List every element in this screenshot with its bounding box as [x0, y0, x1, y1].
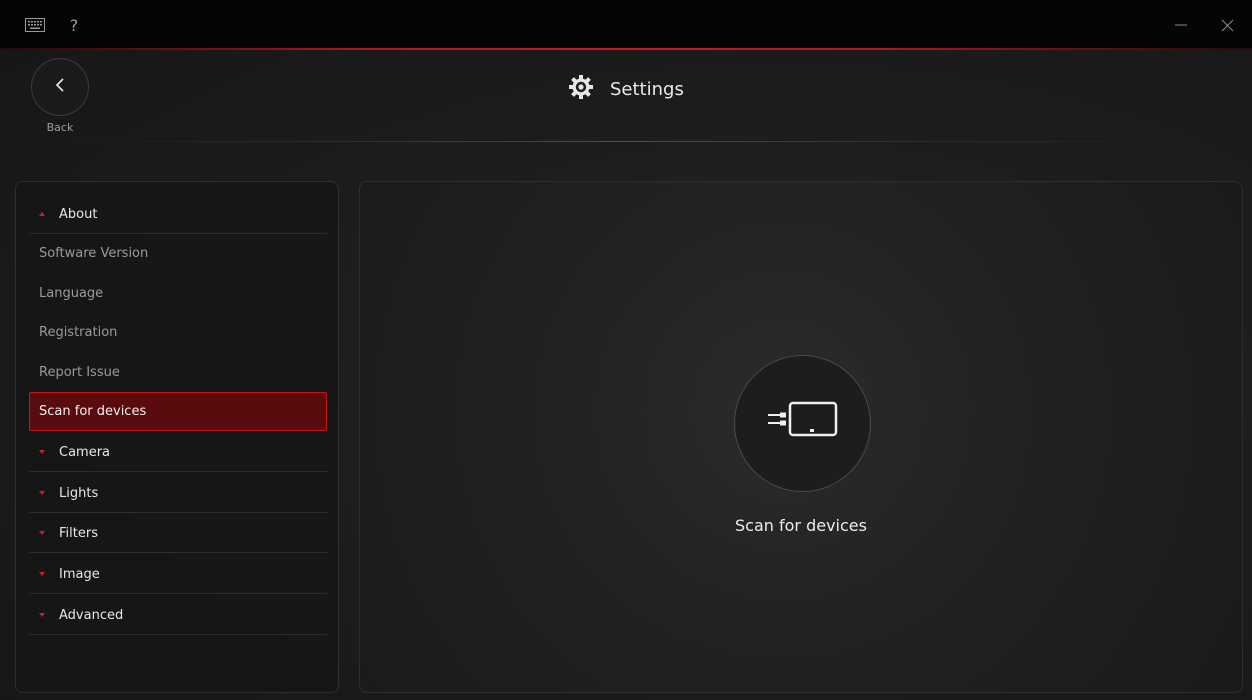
sidebar-item-report-issue[interactable]: Report Issue — [29, 353, 327, 392]
back-button[interactable] — [31, 58, 89, 116]
minimize-icon[interactable] — [1172, 14, 1190, 36]
scan-devices-button[interactable] — [734, 355, 871, 492]
gear-icon — [568, 74, 594, 104]
sidebar-item-label: Filters — [59, 525, 98, 541]
sidebar-item-software-version[interactable]: Software Version — [29, 234, 327, 273]
page-title: Settings — [610, 78, 684, 100]
page-header: Settings — [568, 74, 684, 104]
sidebar-item-image[interactable]: Image — [29, 555, 327, 594]
caret-down-icon — [37, 447, 47, 457]
device-scan-icon — [764, 400, 842, 448]
sidebar-item-filters[interactable]: Filters — [29, 514, 327, 553]
sidebar-item-label: Software Version — [39, 246, 149, 261]
sidebar-item-label: Camera — [59, 444, 111, 460]
scan-for-devices-label: Scan for devices — [735, 516, 867, 535]
caret-down-icon — [37, 488, 47, 498]
help-icon[interactable]: ? — [66, 14, 82, 36]
caret-down-icon — [37, 569, 47, 579]
sidebar-item-registration[interactable]: Registration — [29, 313, 327, 352]
settings-sidebar: About Software Version Language Registra… — [15, 181, 339, 693]
sidebar-item-label: Registration — [39, 325, 118, 340]
keyboard-icon[interactable] — [24, 14, 46, 36]
sidebar-item-about[interactable]: About — [29, 195, 327, 234]
main-panel: Scan for devices — [359, 181, 1243, 693]
caret-up-icon — [37, 209, 47, 219]
sidebar-item-label: Lights — [59, 485, 99, 501]
header-divider — [60, 141, 1192, 142]
title-bar: ? — [0, 0, 1252, 50]
sidebar-item-label: Image — [59, 566, 100, 582]
sidebar-item-advanced[interactable]: Advanced — [29, 596, 327, 635]
sidebar-item-label: Report Issue — [39, 365, 120, 380]
caret-down-icon — [37, 610, 47, 620]
close-icon[interactable] — [1218, 14, 1236, 36]
title-bar-accent-line — [0, 48, 1252, 50]
settings-window: ? Back Settings About Software Version L… — [0, 0, 1252, 700]
sidebar-item-label: Advanced — [59, 607, 124, 623]
sidebar-item-language[interactable]: Language — [29, 274, 327, 313]
sidebar-item-label: About — [59, 206, 98, 222]
sidebar-item-lights[interactable]: Lights — [29, 474, 327, 513]
sidebar-item-scan-for-devices[interactable]: Scan for devices — [29, 392, 327, 431]
chevron-left-icon — [53, 77, 67, 97]
back-label: Back — [46, 121, 74, 134]
caret-down-icon — [37, 528, 47, 538]
sidebar-item-label: Scan for devices — [39, 404, 147, 419]
sidebar-item-label: Language — [39, 286, 104, 301]
sidebar-item-camera[interactable]: Camera — [29, 433, 327, 472]
